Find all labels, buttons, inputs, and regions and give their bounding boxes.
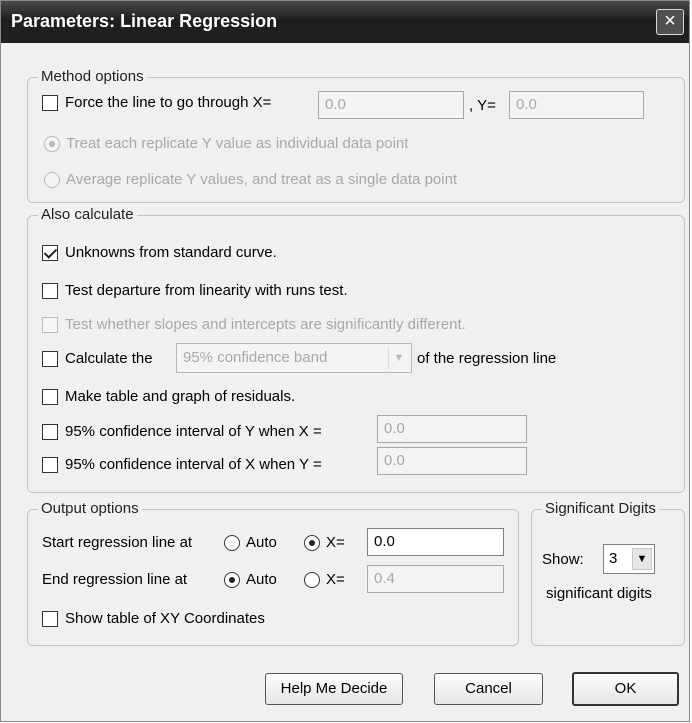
unknowns-checkbox[interactable]: [42, 244, 58, 261]
end-x-option: X=: [304, 571, 345, 588]
force-y-label: , Y=: [469, 97, 496, 114]
significant-digits-legend: Significant Digits: [542, 500, 659, 517]
start-x-option: X=: [304, 534, 345, 551]
force-line-row: Force the line to go through X=: [42, 94, 271, 111]
calc-band-row: Calculate the: [42, 350, 153, 367]
force-x-field[interactable]: 0.0: [318, 91, 464, 119]
start-auto-radio[interactable]: [224, 534, 240, 551]
end-line-label: End regression line at: [42, 571, 188, 588]
also-calculate-legend: Also calculate: [38, 206, 137, 223]
show-table-label: Show table of XY Coordinates: [65, 610, 265, 627]
force-line-label: Force the line to go through X=: [65, 94, 272, 111]
ci-x-label: 95% confidence interval of X when Y =: [65, 456, 322, 473]
unknowns-row: Unknowns from standard curve.: [42, 244, 277, 261]
ok-button[interactable]: OK: [572, 672, 679, 706]
residuals-row: Make table and graph of residuals.: [42, 388, 295, 405]
radio-individual-label: Treat each replicate Y value as individu…: [66, 135, 409, 152]
start-x-radio[interactable]: [304, 534, 320, 551]
significant-digits-suffix: significant digits: [546, 585, 652, 602]
radio-average-button[interactable]: [44, 171, 60, 188]
show-label: Show:: [542, 551, 584, 568]
ci-y-checkbox[interactable]: [42, 423, 58, 440]
slopes-test-checkbox[interactable]: [42, 316, 58, 333]
help-me-decide-button[interactable]: Help Me Decide: [265, 673, 403, 705]
slopes-test-label: Test whether slopes and intercepts are s…: [65, 316, 466, 333]
start-line-label: Start regression line at: [42, 534, 193, 551]
radio-individual-button[interactable]: [44, 135, 60, 152]
close-icon[interactable]: ×: [656, 9, 684, 35]
residuals-label: Make table and graph of residuals.: [65, 388, 296, 405]
method-options-legend: Method options: [38, 68, 147, 85]
end-auto-option: Auto: [224, 571, 277, 588]
start-auto-label: Auto: [246, 534, 277, 551]
end-auto-label: Auto: [246, 571, 277, 588]
confidence-band-value: 95% confidence band: [183, 349, 328, 366]
dialog-title: Parameters: Linear Regression: [11, 11, 278, 31]
calc-band-checkbox[interactable]: [42, 350, 58, 367]
ci-y-field[interactable]: 0.0: [377, 415, 527, 443]
calc-band-suffix: of the regression line: [417, 350, 557, 367]
chevron-down-icon[interactable]: ▼: [632, 548, 652, 570]
ci-x-checkbox[interactable]: [42, 456, 58, 473]
radio-average-label: Average replicate Y values, and treat as…: [66, 171, 458, 188]
end-auto-radio[interactable]: [224, 571, 240, 588]
radio-individual-row: Treat each replicate Y value as individu…: [44, 135, 408, 152]
significant-digits-group: Significant Digits: [531, 500, 685, 646]
ci-y-label: 95% confidence interval of Y when X =: [65, 423, 322, 440]
radio-average-row: Average replicate Y values, and treat as…: [44, 171, 457, 188]
ci-x-row: 95% confidence interval of X when Y =: [42, 456, 322, 473]
show-table-row: Show table of XY Coordinates: [42, 610, 265, 627]
runs-test-row: Test departure from linearity with runs …: [42, 282, 348, 299]
start-x-label: X=: [326, 534, 345, 551]
runs-test-checkbox[interactable]: [42, 282, 58, 299]
title-bar[interactable]: Parameters: Linear Regression ×: [1, 1, 689, 43]
output-options-legend: Output options: [38, 500, 142, 517]
start-auto-option: Auto: [224, 534, 277, 551]
ci-x-field[interactable]: 0.0: [377, 447, 527, 475]
show-table-checkbox[interactable]: [42, 610, 58, 627]
chevron-down-icon[interactable]: ▼: [388, 347, 409, 369]
dialog-window: Parameters: Linear Regression × Method o…: [0, 0, 690, 722]
end-x-label: X=: [326, 571, 345, 588]
unknowns-label: Unknowns from standard curve.: [65, 244, 277, 261]
end-x-radio[interactable]: [304, 571, 320, 588]
end-x-field[interactable]: 0.4: [367, 565, 504, 593]
force-line-checkbox[interactable]: [42, 94, 58, 111]
confidence-band-select[interactable]: 95% confidence band ▼: [176, 343, 412, 373]
cancel-button[interactable]: Cancel: [434, 673, 543, 705]
slopes-test-row: Test whether slopes and intercepts are s…: [42, 316, 466, 333]
start-x-field[interactable]: 0.0: [367, 528, 504, 556]
ci-y-row: 95% confidence interval of Y when X =: [42, 423, 322, 440]
significant-digits-value: 3: [609, 550, 618, 567]
residuals-checkbox[interactable]: [42, 388, 58, 405]
calc-band-prefix: Calculate the: [65, 350, 153, 367]
runs-test-label: Test departure from linearity with runs …: [65, 282, 348, 299]
significant-digits-select[interactable]: 3 ▼: [603, 544, 655, 574]
force-y-field[interactable]: 0.0: [509, 91, 644, 119]
